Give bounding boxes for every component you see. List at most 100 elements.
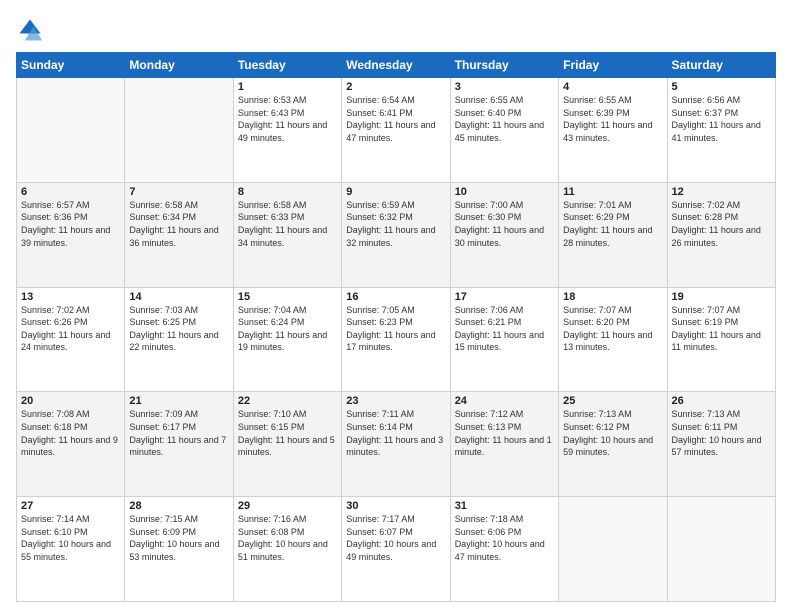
calendar-cell: 10Sunrise: 7:00 AM Sunset: 6:30 PM Dayli… <box>450 182 558 287</box>
day-info: Sunrise: 7:17 AM Sunset: 6:07 PM Dayligh… <box>346 513 445 563</box>
calendar-cell <box>17 78 125 183</box>
weekday-thursday: Thursday <box>450 53 558 78</box>
calendar-cell: 13Sunrise: 7:02 AM Sunset: 6:26 PM Dayli… <box>17 287 125 392</box>
day-number: 27 <box>21 500 120 512</box>
day-number: 11 <box>563 186 662 198</box>
calendar-cell: 19Sunrise: 7:07 AM Sunset: 6:19 PM Dayli… <box>667 287 775 392</box>
calendar-cell: 28Sunrise: 7:15 AM Sunset: 6:09 PM Dayli… <box>125 497 233 602</box>
calendar-cell: 12Sunrise: 7:02 AM Sunset: 6:28 PM Dayli… <box>667 182 775 287</box>
day-info: Sunrise: 7:01 AM Sunset: 6:29 PM Dayligh… <box>563 199 662 249</box>
calendar-cell: 27Sunrise: 7:14 AM Sunset: 6:10 PM Dayli… <box>17 497 125 602</box>
day-number: 25 <box>563 395 662 407</box>
day-number: 22 <box>238 395 337 407</box>
page: SundayMondayTuesdayWednesdayThursdayFrid… <box>0 0 792 612</box>
calendar-body: 1Sunrise: 6:53 AM Sunset: 6:43 PM Daylig… <box>17 78 776 602</box>
weekday-sunday: Sunday <box>17 53 125 78</box>
calendar-cell <box>559 497 667 602</box>
day-number: 13 <box>21 291 120 303</box>
day-number: 16 <box>346 291 445 303</box>
calendar-week-3: 13Sunrise: 7:02 AM Sunset: 6:26 PM Dayli… <box>17 287 776 392</box>
day-number: 28 <box>129 500 228 512</box>
day-number: 31 <box>455 500 554 512</box>
day-number: 20 <box>21 395 120 407</box>
day-info: Sunrise: 6:58 AM Sunset: 6:33 PM Dayligh… <box>238 199 337 249</box>
day-number: 7 <box>129 186 228 198</box>
day-number: 17 <box>455 291 554 303</box>
calendar-cell: 9Sunrise: 6:59 AM Sunset: 6:32 PM Daylig… <box>342 182 450 287</box>
day-info: Sunrise: 7:00 AM Sunset: 6:30 PM Dayligh… <box>455 199 554 249</box>
calendar-cell: 14Sunrise: 7:03 AM Sunset: 6:25 PM Dayli… <box>125 287 233 392</box>
day-info: Sunrise: 7:05 AM Sunset: 6:23 PM Dayligh… <box>346 304 445 354</box>
day-info: Sunrise: 6:56 AM Sunset: 6:37 PM Dayligh… <box>672 94 771 144</box>
calendar-cell: 8Sunrise: 6:58 AM Sunset: 6:33 PM Daylig… <box>233 182 341 287</box>
day-info: Sunrise: 6:58 AM Sunset: 6:34 PM Dayligh… <box>129 199 228 249</box>
calendar-cell: 17Sunrise: 7:06 AM Sunset: 6:21 PM Dayli… <box>450 287 558 392</box>
weekday-friday: Friday <box>559 53 667 78</box>
day-info: Sunrise: 7:02 AM Sunset: 6:28 PM Dayligh… <box>672 199 771 249</box>
calendar-cell: 11Sunrise: 7:01 AM Sunset: 6:29 PM Dayli… <box>559 182 667 287</box>
calendar-week-5: 27Sunrise: 7:14 AM Sunset: 6:10 PM Dayli… <box>17 497 776 602</box>
day-info: Sunrise: 6:55 AM Sunset: 6:39 PM Dayligh… <box>563 94 662 144</box>
day-info: Sunrise: 7:04 AM Sunset: 6:24 PM Dayligh… <box>238 304 337 354</box>
day-number: 1 <box>238 81 337 93</box>
calendar-cell: 29Sunrise: 7:16 AM Sunset: 6:08 PM Dayli… <box>233 497 341 602</box>
day-info: Sunrise: 7:03 AM Sunset: 6:25 PM Dayligh… <box>129 304 228 354</box>
calendar-cell: 15Sunrise: 7:04 AM Sunset: 6:24 PM Dayli… <box>233 287 341 392</box>
calendar-cell: 21Sunrise: 7:09 AM Sunset: 6:17 PM Dayli… <box>125 392 233 497</box>
day-info: Sunrise: 6:57 AM Sunset: 6:36 PM Dayligh… <box>21 199 120 249</box>
day-info: Sunrise: 7:12 AM Sunset: 6:13 PM Dayligh… <box>455 408 554 458</box>
day-number: 24 <box>455 395 554 407</box>
day-number: 10 <box>455 186 554 198</box>
calendar-cell: 5Sunrise: 6:56 AM Sunset: 6:37 PM Daylig… <box>667 78 775 183</box>
day-info: Sunrise: 7:18 AM Sunset: 6:06 PM Dayligh… <box>455 513 554 563</box>
day-info: Sunrise: 7:13 AM Sunset: 6:12 PM Dayligh… <box>563 408 662 458</box>
day-number: 14 <box>129 291 228 303</box>
header <box>16 16 776 44</box>
calendar-cell: 7Sunrise: 6:58 AM Sunset: 6:34 PM Daylig… <box>125 182 233 287</box>
calendar-cell: 30Sunrise: 7:17 AM Sunset: 6:07 PM Dayli… <box>342 497 450 602</box>
day-number: 2 <box>346 81 445 93</box>
weekday-wednesday: Wednesday <box>342 53 450 78</box>
calendar-cell: 23Sunrise: 7:11 AM Sunset: 6:14 PM Dayli… <box>342 392 450 497</box>
calendar-cell: 4Sunrise: 6:55 AM Sunset: 6:39 PM Daylig… <box>559 78 667 183</box>
weekday-header-row: SundayMondayTuesdayWednesdayThursdayFrid… <box>17 53 776 78</box>
day-number: 29 <box>238 500 337 512</box>
day-info: Sunrise: 7:06 AM Sunset: 6:21 PM Dayligh… <box>455 304 554 354</box>
day-number: 9 <box>346 186 445 198</box>
day-info: Sunrise: 7:14 AM Sunset: 6:10 PM Dayligh… <box>21 513 120 563</box>
day-info: Sunrise: 6:54 AM Sunset: 6:41 PM Dayligh… <box>346 94 445 144</box>
calendar-week-4: 20Sunrise: 7:08 AM Sunset: 6:18 PM Dayli… <box>17 392 776 497</box>
day-number: 3 <box>455 81 554 93</box>
day-number: 6 <box>21 186 120 198</box>
calendar-cell: 22Sunrise: 7:10 AM Sunset: 6:15 PM Dayli… <box>233 392 341 497</box>
calendar-cell: 16Sunrise: 7:05 AM Sunset: 6:23 PM Dayli… <box>342 287 450 392</box>
day-info: Sunrise: 7:15 AM Sunset: 6:09 PM Dayligh… <box>129 513 228 563</box>
logo-icon <box>16 16 44 44</box>
day-number: 5 <box>672 81 771 93</box>
day-number: 8 <box>238 186 337 198</box>
day-info: Sunrise: 7:09 AM Sunset: 6:17 PM Dayligh… <box>129 408 228 458</box>
day-number: 30 <box>346 500 445 512</box>
calendar-table: SundayMondayTuesdayWednesdayThursdayFrid… <box>16 52 776 602</box>
calendar-cell: 3Sunrise: 6:55 AM Sunset: 6:40 PM Daylig… <box>450 78 558 183</box>
calendar-cell: 26Sunrise: 7:13 AM Sunset: 6:11 PM Dayli… <box>667 392 775 497</box>
day-info: Sunrise: 7:08 AM Sunset: 6:18 PM Dayligh… <box>21 408 120 458</box>
day-info: Sunrise: 7:11 AM Sunset: 6:14 PM Dayligh… <box>346 408 445 458</box>
day-info: Sunrise: 7:16 AM Sunset: 6:08 PM Dayligh… <box>238 513 337 563</box>
calendar-cell: 2Sunrise: 6:54 AM Sunset: 6:41 PM Daylig… <box>342 78 450 183</box>
day-info: Sunrise: 7:07 AM Sunset: 6:19 PM Dayligh… <box>672 304 771 354</box>
day-number: 4 <box>563 81 662 93</box>
calendar-cell: 24Sunrise: 7:12 AM Sunset: 6:13 PM Dayli… <box>450 392 558 497</box>
day-number: 26 <box>672 395 771 407</box>
calendar-cell: 18Sunrise: 7:07 AM Sunset: 6:20 PM Dayli… <box>559 287 667 392</box>
day-number: 21 <box>129 395 228 407</box>
calendar-cell: 31Sunrise: 7:18 AM Sunset: 6:06 PM Dayli… <box>450 497 558 602</box>
day-number: 19 <box>672 291 771 303</box>
weekday-monday: Monday <box>125 53 233 78</box>
calendar-cell: 1Sunrise: 6:53 AM Sunset: 6:43 PM Daylig… <box>233 78 341 183</box>
day-info: Sunrise: 6:59 AM Sunset: 6:32 PM Dayligh… <box>346 199 445 249</box>
day-info: Sunrise: 7:02 AM Sunset: 6:26 PM Dayligh… <box>21 304 120 354</box>
day-info: Sunrise: 7:07 AM Sunset: 6:20 PM Dayligh… <box>563 304 662 354</box>
weekday-saturday: Saturday <box>667 53 775 78</box>
day-number: 18 <box>563 291 662 303</box>
